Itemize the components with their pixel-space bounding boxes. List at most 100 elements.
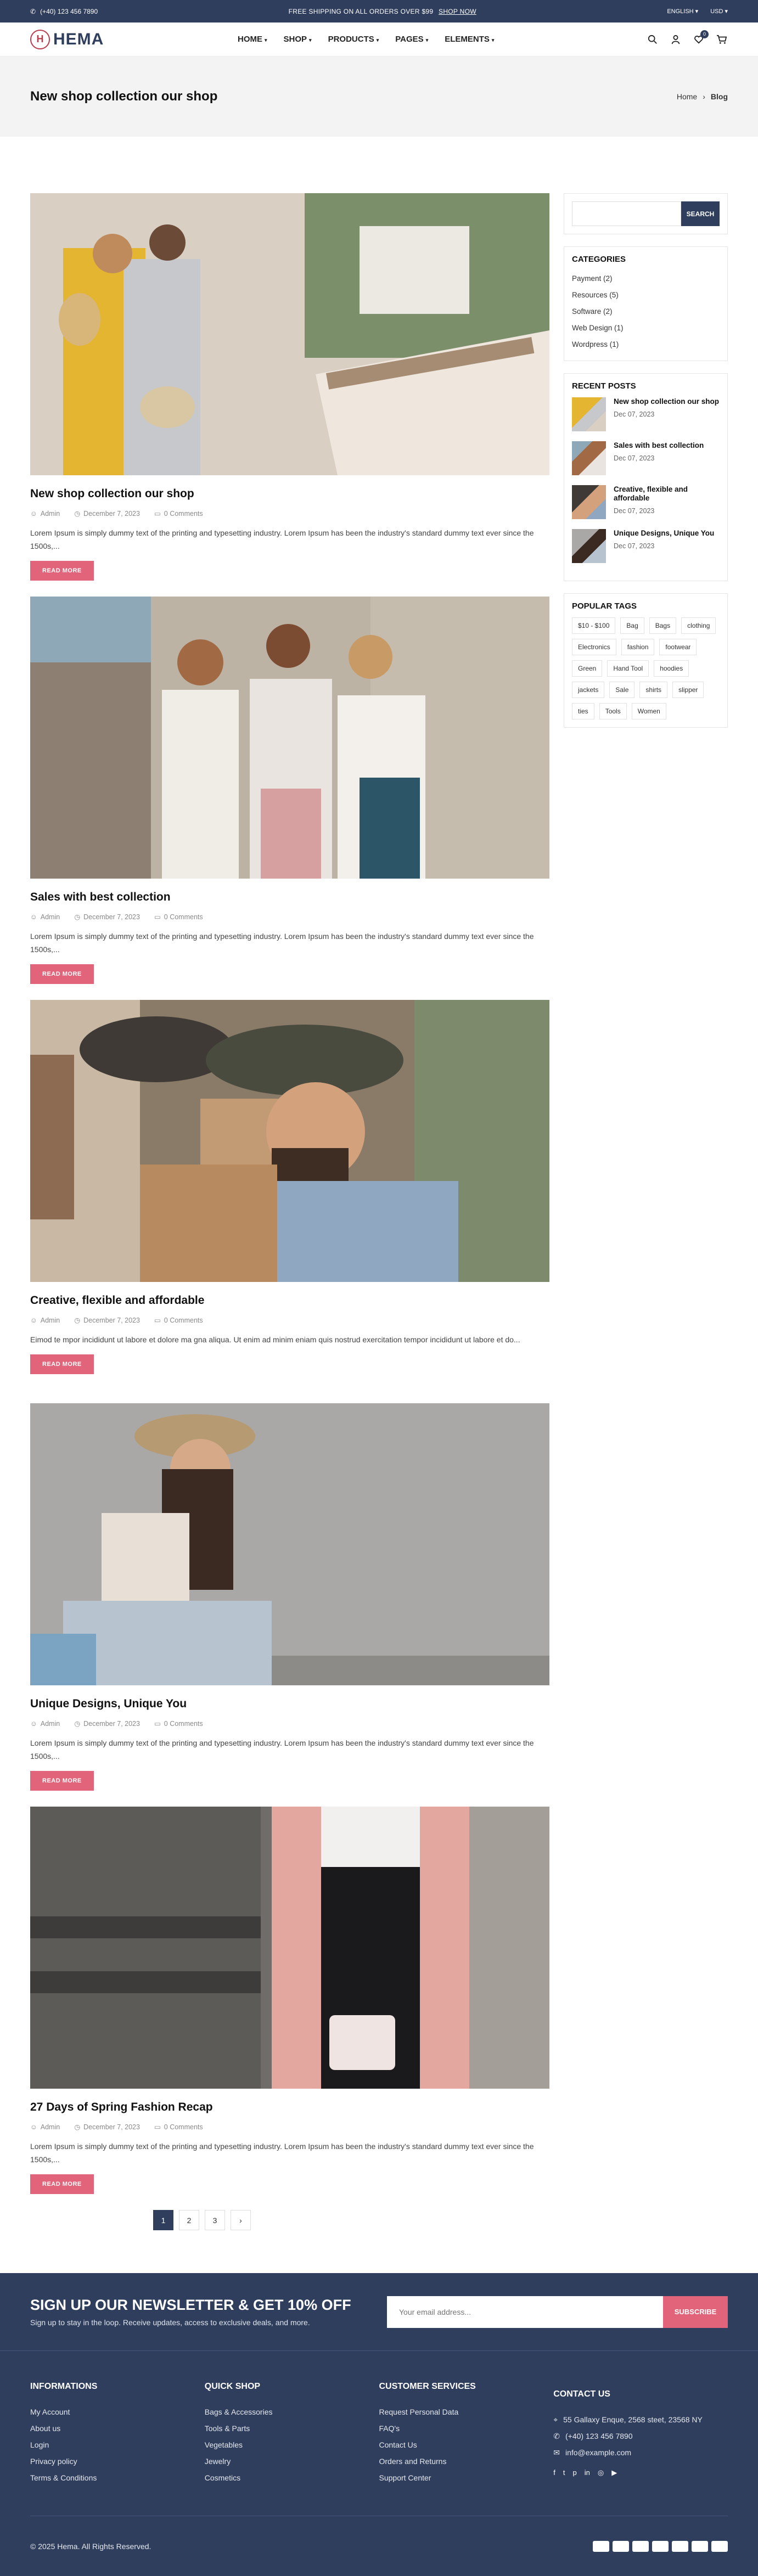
search-input[interactable] bbox=[572, 201, 681, 226]
search-icon[interactable] bbox=[647, 33, 659, 46]
post-comments[interactable]: ▭ 0 Comments bbox=[154, 1316, 203, 1325]
contact-phone[interactable]: ✆ (+40) 123 456 7890 bbox=[553, 2428, 728, 2444]
nav-elements[interactable]: ELEMENTS ▾ bbox=[445, 35, 494, 44]
post-meta: ☺ Admin ◷ December 7, 2023 ▭ 0 Comments bbox=[30, 1719, 549, 1728]
tag[interactable]: footwear bbox=[659, 639, 697, 655]
search-button[interactable]: SEARCH bbox=[681, 201, 720, 226]
footer-link[interactable]: Terms & Conditions bbox=[30, 2470, 205, 2486]
category-item[interactable]: Web Design (1) bbox=[572, 320, 720, 336]
page-1[interactable]: 1 bbox=[153, 2210, 173, 2230]
read-more-button[interactable]: READ MORE bbox=[30, 1354, 94, 1374]
instagram-icon[interactable]: ◎ bbox=[598, 2468, 604, 2477]
tag[interactable]: fashion bbox=[621, 639, 655, 655]
tag[interactable]: Electronics bbox=[572, 639, 616, 655]
nav-home[interactable]: HOME ▾ bbox=[238, 35, 267, 44]
tag[interactable]: jackets bbox=[572, 682, 605, 698]
tag[interactable]: Bag bbox=[620, 617, 644, 634]
breadcrumb-home[interactable]: Home bbox=[677, 92, 697, 101]
language-selector[interactable]: ENGLISH ▾ bbox=[667, 8, 698, 15]
post-image[interactable] bbox=[30, 597, 549, 879]
recent-post[interactable]: Unique Designs, Unique You Dec 07, 2023 bbox=[572, 529, 720, 563]
post-comments[interactable]: ▭ 0 Comments bbox=[154, 1719, 203, 1728]
read-more-button[interactable]: READ MORE bbox=[30, 561, 94, 581]
recent-post-thumbnail[interactable] bbox=[572, 485, 606, 519]
tag[interactable]: $10 - $100 bbox=[572, 617, 616, 634]
post-title[interactable]: Creative, flexible and affordable bbox=[30, 1294, 549, 1307]
pinterest-icon[interactable]: p bbox=[573, 2468, 577, 2477]
recent-post-title[interactable]: New shop collection our shop bbox=[614, 397, 719, 406]
tag[interactable]: shirts bbox=[639, 682, 668, 698]
post-title[interactable]: New shop collection our shop bbox=[30, 487, 549, 500]
tag[interactable]: Bags bbox=[649, 617, 677, 634]
tag[interactable]: hoodies bbox=[654, 660, 689, 677]
footer-link[interactable]: Bags & Accessories bbox=[205, 2404, 379, 2420]
post-image[interactable] bbox=[30, 1000, 549, 1282]
page-2[interactable]: 2 bbox=[179, 2210, 199, 2230]
page-3[interactable]: 3 bbox=[205, 2210, 225, 2230]
recent-post[interactable]: New shop collection our shop Dec 07, 2023 bbox=[572, 397, 720, 431]
tag[interactable]: Sale bbox=[609, 682, 635, 698]
tag[interactable]: slipper bbox=[672, 682, 704, 698]
footer-link[interactable]: Privacy policy bbox=[30, 2453, 205, 2470]
recent-post[interactable]: Creative, flexible and affordable Dec 07,… bbox=[572, 485, 720, 519]
footer-link[interactable]: Support Center bbox=[379, 2470, 554, 2486]
read-more-button[interactable]: READ MORE bbox=[30, 2174, 94, 2194]
footer-link[interactable]: Request Personal Data bbox=[379, 2404, 554, 2420]
cart-icon[interactable] bbox=[716, 33, 728, 46]
footer-link[interactable]: My Account bbox=[30, 2404, 205, 2420]
shop-now-link[interactable]: SHOP NOW bbox=[439, 8, 476, 15]
wishlist-icon[interactable]: 0 bbox=[693, 30, 709, 46]
tag[interactable]: Green bbox=[572, 660, 603, 677]
user-icon[interactable] bbox=[670, 33, 682, 46]
post-comments[interactable]: ▭ 0 Comments bbox=[154, 509, 203, 518]
post-comments[interactable]: ▭ 0 Comments bbox=[154, 2123, 203, 2131]
post-comments[interactable]: ▭ 0 Comments bbox=[154, 913, 203, 921]
contact-email[interactable]: ✉ info@example.com bbox=[553, 2444, 728, 2461]
category-item[interactable]: Wordpress (1) bbox=[572, 336, 720, 353]
footer-link[interactable]: Tools & Parts bbox=[205, 2420, 379, 2437]
category-item[interactable]: Payment (2) bbox=[572, 271, 720, 287]
footer-link[interactable]: Orders and Returns bbox=[379, 2453, 554, 2470]
youtube-icon[interactable]: ▶ bbox=[611, 2468, 617, 2477]
category-item[interactable]: Software (2) bbox=[572, 303, 720, 320]
footer-link[interactable]: About us bbox=[30, 2420, 205, 2437]
post-title[interactable]: 27 Days of Spring Fashion Recap bbox=[30, 2101, 549, 2114]
recent-post-title[interactable]: Sales with best collection bbox=[614, 441, 704, 450]
tag[interactable]: clothing bbox=[681, 617, 716, 634]
recent-post-title[interactable]: Unique Designs, Unique You bbox=[614, 529, 714, 538]
logo[interactable]: H HEMA bbox=[30, 29, 104, 49]
recent-post-title[interactable]: Creative, flexible and affordable bbox=[614, 485, 720, 503]
recent-post[interactable]: Sales with best collection Dec 07, 2023 bbox=[572, 441, 720, 475]
footer-link[interactable]: Jewelry bbox=[205, 2453, 379, 2470]
footer-link[interactable]: Cosmetics bbox=[205, 2470, 379, 2486]
footer-link[interactable]: Vegetables bbox=[205, 2437, 379, 2453]
post-title[interactable]: Sales with best collection bbox=[30, 891, 549, 904]
read-more-button[interactable]: READ MORE bbox=[30, 1771, 94, 1791]
post-image[interactable] bbox=[30, 1807, 549, 2089]
tag[interactable]: ties bbox=[572, 703, 594, 719]
footer-link[interactable]: Contact Us bbox=[379, 2437, 554, 2453]
category-item[interactable]: Resources (5) bbox=[572, 287, 720, 303]
post-image[interactable] bbox=[30, 1403, 549, 1685]
recent-post-thumbnail[interactable] bbox=[572, 441, 606, 475]
tag[interactable]: Tools bbox=[599, 703, 627, 719]
nav-products[interactable]: PRODUCTS ▾ bbox=[328, 35, 379, 44]
recent-post-thumbnail[interactable] bbox=[572, 529, 606, 563]
facebook-icon[interactable]: f bbox=[553, 2468, 555, 2477]
currency-selector[interactable]: USD ▾ bbox=[710, 8, 728, 15]
post-image[interactable] bbox=[30, 193, 549, 475]
nav-shop[interactable]: SHOP ▾ bbox=[284, 35, 312, 44]
subscribe-button[interactable]: SUBSCRIBE bbox=[663, 2296, 728, 2328]
post-title[interactable]: Unique Designs, Unique You bbox=[30, 1697, 549, 1711]
next-page-button[interactable]: › bbox=[231, 2210, 251, 2230]
footer-link[interactable]: Login bbox=[30, 2437, 205, 2453]
newsletter-email-input[interactable] bbox=[387, 2296, 663, 2328]
read-more-button[interactable]: READ MORE bbox=[30, 964, 94, 984]
tag[interactable]: Women bbox=[631, 703, 666, 719]
recent-post-thumbnail[interactable] bbox=[572, 397, 606, 431]
tag[interactable]: Hand Tool bbox=[607, 660, 649, 677]
linkedin-icon[interactable]: in bbox=[585, 2468, 590, 2477]
nav-pages[interactable]: PAGES ▾ bbox=[395, 35, 428, 44]
footer-link[interactable]: FAQ's bbox=[379, 2420, 554, 2437]
twitter-icon[interactable]: t bbox=[563, 2468, 565, 2477]
